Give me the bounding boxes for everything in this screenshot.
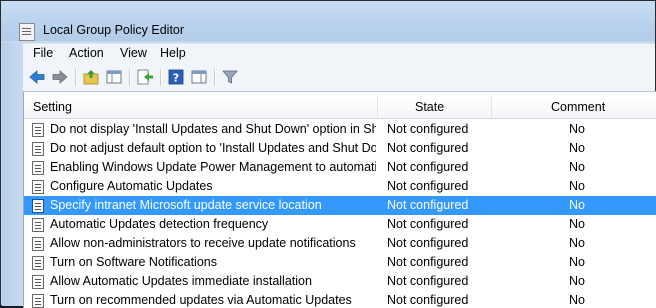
table-row[interactable]: Do not adjust default option to 'Install… — [24, 139, 656, 158]
column-divider[interactable] — [377, 97, 378, 118]
show-hide-tree-icon[interactable] — [105, 68, 123, 86]
forward-arrow-icon[interactable] — [51, 68, 69, 86]
policy-setting-icon — [32, 199, 44, 213]
menu-help[interactable]: Help — [160, 46, 186, 60]
up-folder-icon[interactable] — [82, 68, 100, 86]
row-setting: Allow non-administrators to receive upda… — [50, 236, 356, 250]
table-row[interactable]: Turn on recommended updates via Automati… — [24, 291, 656, 308]
row-setting: Turn on Software Notifications — [50, 255, 217, 269]
row-state: Not configured — [387, 141, 469, 155]
table-row[interactable]: Turn on Software Notifications Not confi… — [24, 253, 656, 272]
row-setting: Do not display 'Install Updates and Shut… — [50, 122, 376, 136]
window-title: Local Group Policy Editor — [43, 23, 185, 37]
policy-setting-icon — [32, 237, 44, 251]
menu-file[interactable]: File — [33, 46, 53, 60]
table-row-selected[interactable]: Specify intranet Microsoft update servic… — [24, 196, 656, 215]
row-state: Not configured — [387, 236, 469, 250]
table-row[interactable]: Allow Automatic Updates immediate instal… — [24, 272, 656, 291]
column-header-comment[interactable]: Comment — [551, 100, 605, 114]
policy-setting-icon — [32, 123, 44, 137]
row-setting: Do not adjust default option to 'Install… — [50, 141, 376, 155]
toolbar-separator — [160, 69, 161, 86]
title-bar[interactable]: Local Group Policy Editor — [1, 1, 655, 41]
table-row[interactable]: Enabling Windows Update Power Management… — [24, 158, 656, 177]
policy-setting-icon — [32, 256, 44, 270]
window: Local Group Policy Editor File Action Vi… — [0, 0, 656, 308]
help-icon[interactable]: ? — [167, 68, 185, 86]
row-setting: Enabling Windows Update Power Management… — [50, 160, 376, 174]
menu-action[interactable]: Action — [69, 46, 104, 60]
row-state: Not configured — [387, 274, 469, 288]
column-header-state[interactable]: State — [415, 100, 444, 114]
row-state: Not configured — [387, 293, 469, 307]
column-divider[interactable] — [491, 97, 492, 118]
toolbar: ? — [23, 63, 655, 92]
row-setting: Automatic Updates detection frequency — [50, 217, 269, 231]
row-comment: No — [569, 122, 585, 136]
policy-setting-icon — [32, 180, 44, 194]
row-comment: No — [569, 141, 585, 155]
menu-bar: File Action View Help — [23, 43, 655, 64]
row-setting: Configure Automatic Updates — [50, 179, 213, 193]
row-comment: No — [569, 217, 585, 231]
toolbar-separator — [129, 69, 130, 86]
properties-pane-icon[interactable] — [190, 68, 208, 86]
row-state: Not configured — [387, 122, 469, 136]
row-comment: No — [569, 293, 585, 307]
row-state: Not configured — [387, 255, 469, 269]
row-state: Not configured — [387, 160, 469, 174]
row-state: Not configured — [387, 179, 469, 193]
row-comment: No — [569, 160, 585, 174]
row-comment: No — [569, 274, 585, 288]
svg-text:?: ? — [173, 72, 179, 85]
toolbar-separator — [75, 69, 76, 86]
row-comment: No — [569, 255, 585, 269]
column-header-setting[interactable]: Setting — [33, 100, 72, 114]
row-setting: Specify intranet Microsoft update servic… — [50, 198, 322, 212]
row-comment: No — [569, 198, 585, 212]
toolbar-separator — [214, 69, 215, 86]
table-row[interactable]: Do not display 'Install Updates and Shut… — [24, 120, 656, 139]
filter-icon[interactable] — [221, 68, 239, 86]
export-list-icon[interactable] — [136, 68, 154, 86]
back-arrow-icon[interactable] — [28, 68, 46, 86]
list-header: Setting State Comment — [24, 97, 656, 119]
table-row[interactable]: Allow non-administrators to receive upda… — [24, 234, 656, 253]
table-row[interactable]: Automatic Updates detection frequency No… — [24, 215, 656, 234]
row-state: Not configured — [387, 198, 469, 212]
policy-editor-icon — [19, 23, 35, 41]
row-state: Not configured — [387, 217, 469, 231]
policy-setting-icon — [32, 142, 44, 156]
row-comment: No — [569, 236, 585, 250]
row-setting: Allow Automatic Updates immediate instal… — [50, 274, 312, 288]
window-frame-left — [2, 43, 23, 306]
row-comment: No — [569, 179, 585, 193]
policy-setting-icon — [32, 218, 44, 232]
policy-setting-icon — [32, 275, 44, 289]
table-row[interactable]: Configure Automatic Updates Not configur… — [24, 177, 656, 196]
policy-list: Setting State Comment Do not display 'In… — [23, 91, 656, 308]
menu-view[interactable]: View — [120, 46, 147, 60]
policy-setting-icon — [32, 161, 44, 175]
